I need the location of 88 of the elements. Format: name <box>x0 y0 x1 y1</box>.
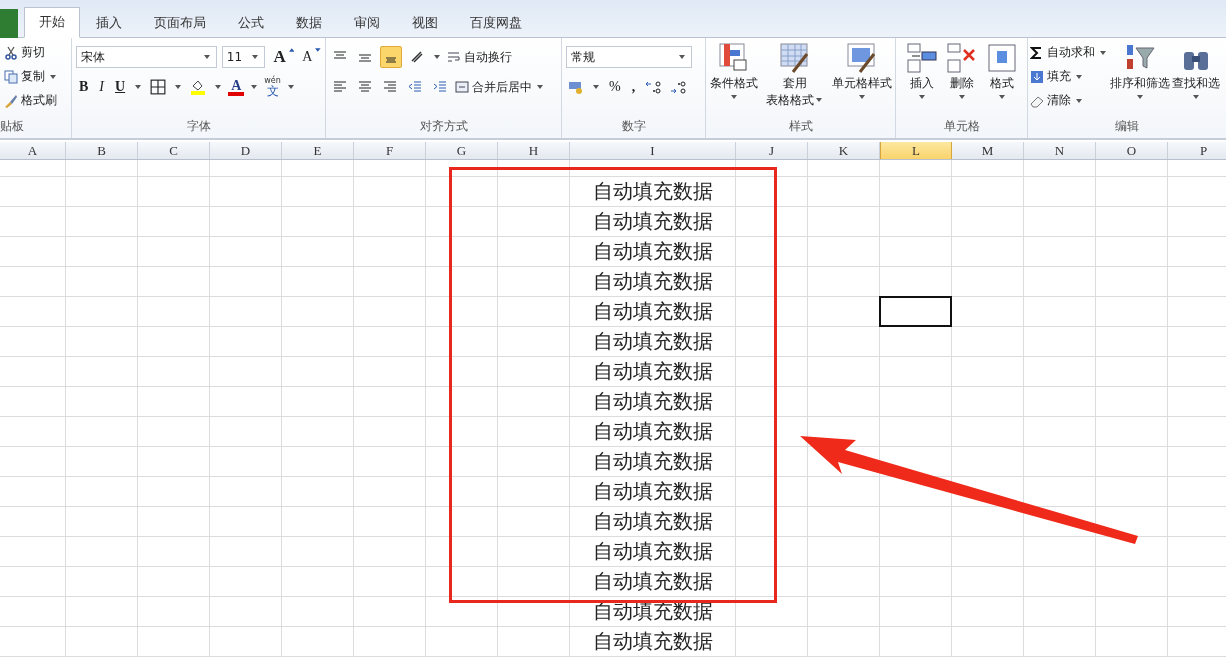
table-cell-text: 自动填充数据 <box>592 388 714 415</box>
format-painter-button[interactable]: 格式刷 <box>4 90 67 111</box>
merge-center-button[interactable]: 合并后居中 <box>455 76 545 98</box>
scissors-icon <box>4 45 18 60</box>
ribbon-tab[interactable]: 数据 <box>280 9 338 37</box>
group-label: 样式 <box>787 118 814 135</box>
column-header[interactable]: P <box>1168 142 1226 159</box>
table-cell-text: 自动填充数据 <box>592 238 714 265</box>
ribbon-tab[interactable]: 开始 <box>24 7 80 38</box>
conditional-format-button[interactable]: 条件格式 <box>709 42 758 122</box>
column-header[interactable]: H <box>498 142 570 159</box>
conditional-format-icon <box>717 42 750 74</box>
phonetic-button[interactable]: wén 文 <box>264 77 281 97</box>
table-brush-icon <box>778 42 811 74</box>
font-color-button[interactable]: A <box>228 78 245 96</box>
table-cell-text: 自动填充数据 <box>592 358 714 385</box>
ribbon-tab[interactable]: 公式 <box>222 9 280 37</box>
cell-styles-button[interactable]: 单元格样式 <box>831 42 892 122</box>
font-size-dropdown[interactable]: 11 <box>221 46 266 68</box>
column-header[interactable]: E <box>282 142 354 159</box>
format-cells-icon <box>985 42 1018 74</box>
fill-button[interactable]: 填充 <box>1030 66 1108 87</box>
group-label: 数字 <box>620 118 647 135</box>
up-triangle-icon <box>288 48 295 52</box>
ribbon-tab[interactable]: 页面布局 <box>138 9 222 37</box>
sigma-icon <box>1030 45 1044 60</box>
wrap-text-button[interactable]: 自动换行 <box>447 46 512 68</box>
grow-font-button[interactable]: A <box>270 47 289 67</box>
column-header[interactable]: B <box>66 142 138 159</box>
active-cell[interactable] <box>879 296 952 327</box>
column-header[interactable]: M <box>952 142 1024 159</box>
column-header[interactable]: A <box>0 142 66 159</box>
table-cell-text: 自动填充数据 <box>592 178 714 205</box>
column-header[interactable]: F <box>354 142 426 159</box>
insert-button[interactable]: 插入 <box>905 42 938 122</box>
copy-button[interactable]: 复制 <box>4 66 67 87</box>
merge-cells-icon <box>455 80 469 94</box>
column-header[interactable]: D <box>210 142 282 159</box>
table-cell-text: 自动填充数据 <box>592 298 714 325</box>
table-cell-text: 自动填充数据 <box>592 448 714 475</box>
group-label: 编辑 <box>1114 118 1140 135</box>
bold-button[interactable]: B <box>76 79 92 95</box>
cut-button[interactable]: 剪切 <box>4 42 67 63</box>
bottom-align-icon[interactable] <box>380 46 402 68</box>
ribbon-tab[interactable]: 审阅 <box>338 9 396 37</box>
percent-button[interactable]: % <box>606 79 624 95</box>
table-cell-text: 自动填充数据 <box>592 328 714 355</box>
table-cell-text: 自动填充数据 <box>592 208 714 235</box>
down-triangle-icon <box>315 48 321 52</box>
ribbon-tab[interactable]: 百度网盘 <box>454 9 538 37</box>
group-label: 对齐方式 <box>418 118 469 135</box>
column-header[interactable]: C <box>138 142 210 159</box>
column-header[interactable]: G <box>426 142 498 159</box>
column-header[interactable]: J <box>736 142 808 159</box>
group-label: 字体 <box>185 118 212 135</box>
borders-icon <box>148 77 169 97</box>
column-header[interactable]: N <box>1024 142 1096 159</box>
table-cell-text: 自动填充数据 <box>592 538 714 565</box>
table-cell-text: 自动填充数据 <box>592 478 714 505</box>
table-cell-text: 自动填充数据 <box>592 598 714 625</box>
number-format-dropdown[interactable]: 常规 <box>566 46 692 68</box>
underline-button[interactable]: U <box>112 79 129 95</box>
ribbon-tab[interactable]: 视图 <box>396 9 454 37</box>
copy-icon <box>4 69 18 84</box>
wrap-text-icon <box>447 50 461 64</box>
font-name-dropdown[interactable]: 宋体 <box>76 46 217 68</box>
shrink-font-button[interactable]: A <box>299 49 316 65</box>
table-cell-text: 自动填充数据 <box>592 268 714 295</box>
comma-button[interactable]: , <box>628 79 639 95</box>
delete-cells-icon <box>945 42 978 74</box>
insert-cells-icon <box>905 42 938 74</box>
italic-button[interactable]: I <box>96 79 107 95</box>
format-button[interactable]: 格式 <box>985 42 1018 122</box>
cell-brush-icon <box>845 42 878 74</box>
table-cell-text: 自动填充数据 <box>592 628 714 655</box>
ribbon-tab[interactable]: 插入 <box>80 9 138 37</box>
group-label: 单元格 <box>942 118 981 135</box>
group-label: 贴板 <box>0 118 25 135</box>
column-header[interactable]: L <box>880 142 952 159</box>
column-header[interactable]: O <box>1096 142 1168 159</box>
brush-icon <box>4 93 18 108</box>
find-select-button[interactable]: 查找和选 <box>1172 42 1220 122</box>
clear-button[interactable]: 清除 <box>1030 90 1108 111</box>
column-header[interactable]: I <box>570 142 736 159</box>
table-cell-text: 自动填充数据 <box>592 508 714 535</box>
autosum-button[interactable]: 自动求和 <box>1030 42 1108 63</box>
table-cell-text: 自动填充数据 <box>592 418 714 445</box>
table-cell-text: 自动填充数据 <box>592 568 714 595</box>
